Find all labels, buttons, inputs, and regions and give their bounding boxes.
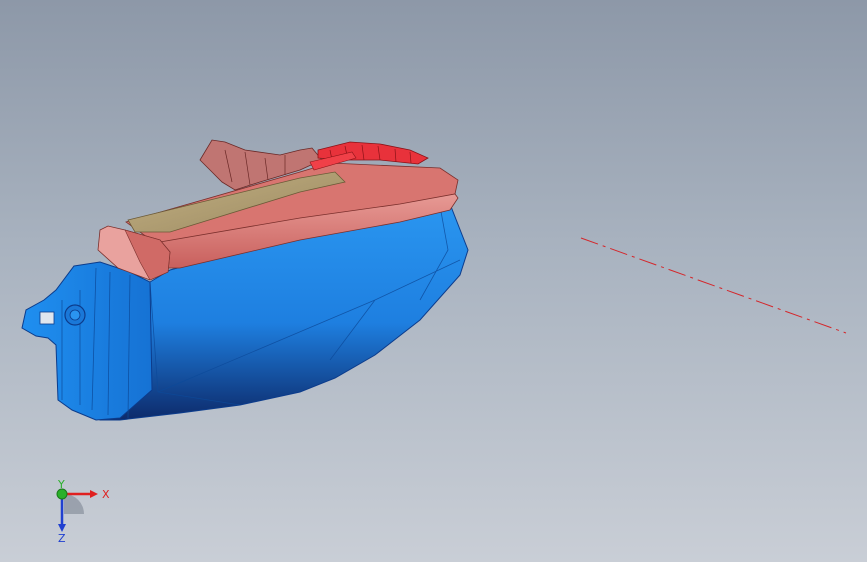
triad-shadow — [64, 494, 84, 514]
coordinate-triad: X Z Y — [56, 480, 110, 545]
centerline — [580, 237, 847, 334]
triad-z-label: Z — [58, 532, 66, 545]
blue-end-cap[interactable] — [21, 261, 153, 421]
3d-viewport[interactable] — [0, 0, 867, 562]
triad-x-label: X — [102, 488, 110, 501]
triad-x-arrow — [90, 490, 98, 498]
triad-z-arrow — [58, 524, 66, 532]
end-cap-port-inner — [69, 309, 81, 321]
triad-y-label: Y — [57, 480, 65, 491]
end-cap-tab — [39, 311, 55, 325]
part-assembly[interactable] — [21, 139, 469, 421]
